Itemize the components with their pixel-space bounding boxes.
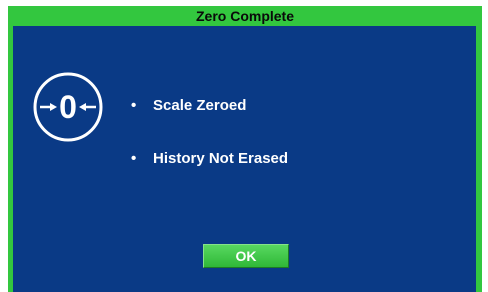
message-text: History Not Erased	[153, 150, 289, 167]
bullet-icon: •	[131, 150, 137, 167]
dialog-title: Zero Complete	[195, 8, 294, 24]
message-history-not-erased: • History Not Erased	[127, 149, 288, 169]
message-list: • Scale Zeroed • History Not Erased	[127, 96, 288, 169]
zero-complete-dialog: Zero Complete 0 • Scale Zeroed • History…	[8, 6, 482, 292]
zero-scale-icon: 0	[33, 72, 103, 142]
bullet-icon: •	[131, 97, 137, 114]
zero-icon-digit: 0	[59, 89, 77, 125]
message-text: Scale Zeroed	[153, 97, 247, 114]
message-scale-zeroed: • Scale Zeroed	[127, 96, 288, 116]
ok-button[interactable]: OK	[203, 244, 289, 268]
